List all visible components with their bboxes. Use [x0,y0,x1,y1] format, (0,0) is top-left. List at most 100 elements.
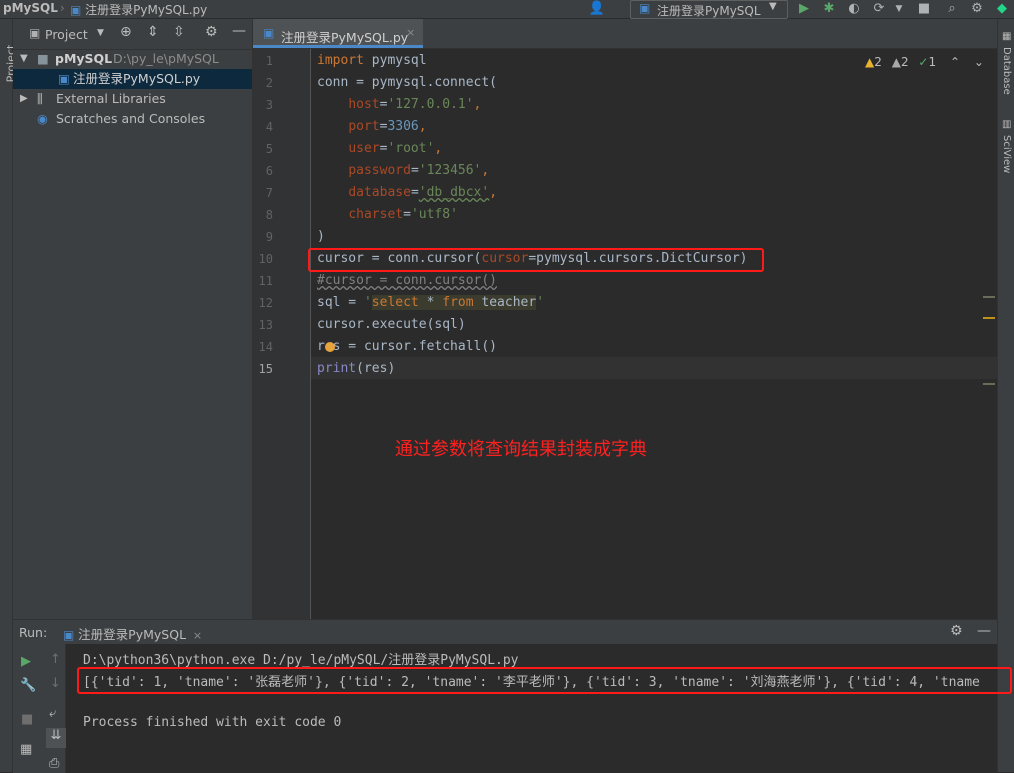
hide-panel-icon[interactable]: — [232,23,246,39]
panel-settings-gear-icon[interactable]: ⚙ [205,24,218,40]
breadcrumb-project[interactable]: pMySQL [3,1,58,15]
highlight-box-dictcursor [308,248,764,272]
line-number: 6 [265,164,273,178]
console-command-line: D:\python36\python.exe D:/py_le/pMySQL/注… [83,653,519,668]
code-line-6[interactable]: password='123456', [317,163,489,178]
editor-tab[interactable]: ▣ 注册登录PyMySQL.py × [253,19,423,48]
code-line-12[interactable]: sql = 'select * from teacher' [317,295,544,310]
python-config-icon: ▣ [639,1,651,15]
chevron-down-icon[interactable]: ▼ [97,28,104,38]
database-icon: ▦ [1002,31,1012,42]
highlight-box-output [77,667,1012,694]
collapse-all-icon[interactable]: ⇳ [173,24,185,40]
line-number: 11 [258,274,273,288]
run-icon[interactable]: ▶ [795,0,813,18]
python-file-icon: ▣ [58,71,70,86]
print-icon[interactable]: ⎙ [49,756,59,771]
run-panel-header: Run: ▣ 注册登录PyMySQL × ⚙ — [13,620,997,644]
run-label: Run: [19,625,48,640]
code-line-9[interactable]: ) [317,229,325,244]
stop-icon[interactable]: ■ [21,712,33,727]
warning-icon: ▲ [865,55,875,69]
tree-item-external-libraries[interactable]: ▶ ⫼ External Libraries [13,89,252,109]
scroll-marker [983,296,995,298]
chevron-down-icon: ▼ [769,1,777,12]
run-panel: Run: ▣ 注册登录PyMySQL × ⚙ — ▶ ↑ 🔧 ↓ ■ ⤶ ▦ ⇊… [13,619,1012,773]
editor-tab-bar: ▣ 注册登录PyMySQL.py × [253,19,997,49]
run-toolbar: ▶ ↑ 🔧 ↓ ■ ⤶ ▦ ⇊ ⎙ [13,644,66,773]
chevron-up-icon[interactable]: ⌃ [950,55,960,69]
wrench-icon[interactable]: 🔧 [20,678,36,693]
breadcrumb-separator: › [60,1,65,15]
line-number: 5 [265,142,273,156]
tree-item-scratches[interactable]: ◉ Scratches and Consoles [13,109,252,129]
run-configuration-select[interactable]: ▣ 注册登录PyMySQL ▼ [630,0,788,19]
scroll-down-icon[interactable]: ↓ [50,676,61,691]
search-icon[interactable]: ⌕ [943,0,961,18]
code-line-13[interactable]: cursor.execute(sql) [317,317,466,332]
run-settings-gear-icon[interactable]: ⚙ [950,623,963,639]
tree-item-project-root[interactable]: ▼ ■ pMySQL D:\py_le\pMySQL [13,49,252,69]
code-line-8[interactable]: charset='utf8' [317,207,458,222]
library-icon: ⫼ [37,91,43,106]
sciview-tool-tab[interactable]: SciView [1001,135,1012,173]
code-line-7[interactable]: database='db_dbcx', [317,185,497,200]
line-number: 12 [258,296,273,310]
run-tab[interactable]: ▣ 注册登录PyMySQL × [63,624,202,643]
inspection-widget[interactable]: ▲2 ▲2 ✓1 ⌃ ⌄ [865,55,984,69]
settings-gear-icon[interactable]: ⚙ [968,0,986,18]
code-line-14[interactable]: res = cursor.fetchall() [317,339,497,354]
line-number: 7 [265,186,273,200]
line-number: 3 [265,98,273,112]
stop-icon[interactable]: ■ [915,0,933,18]
annotation-text: 通过参数将查询结果封装成字典 [395,439,647,460]
rerun-icon[interactable]: ▶ [21,654,31,669]
navigation-bar: pMySQL › ▣ 注册登录PyMySQL.py 👤 ▣ 注册登录PyMySQ… [0,0,1014,19]
chevron-down-icon[interactable]: ⌄ [974,55,984,69]
code-line-5[interactable]: user='root', [317,141,442,156]
scroll-up-icon[interactable]: ↑ [50,652,61,667]
code-line-4[interactable]: port=3306, [317,119,426,134]
expand-all-icon[interactable]: ⇕ [147,24,159,40]
line-number: 4 [265,120,273,134]
project-view-select[interactable]: Project [45,27,88,42]
project-panel-header: ▣ Project ▼ ⊕ ⇕ ⇳ ⚙ — [13,19,252,50]
tree-item-python-file[interactable]: ▣ 注册登录PyMySQL.py [13,69,252,89]
debug-icon[interactable]: ✱ [820,0,838,18]
close-tab-icon[interactable]: × [193,629,202,642]
python-file-icon: ▣ [70,3,82,17]
layout-icon[interactable]: ▦ [20,742,32,757]
scroll-marker [983,317,995,319]
line-number: 1 [265,54,273,68]
scroll-to-end-icon[interactable]: ⇊ [46,728,66,748]
database-tool-tab[interactable]: Database [1001,47,1012,95]
code-editor: ▣ 注册登录PyMySQL.py × 1 2 3 4 5 6 7 8 9 10 … [253,19,997,619]
locate-file-icon[interactable]: ⊕ [120,24,132,40]
close-tab-icon[interactable]: × [406,26,415,39]
line-number: 15 [258,362,273,376]
code-line-3[interactable]: host='127.0.0.1', [317,97,481,112]
python-file-icon: ▣ [63,628,75,642]
weak-warning-icon: ▲ [891,55,901,69]
soft-wrap-icon[interactable]: ⤶ [49,706,56,721]
code-line-15[interactable]: print(res) [317,361,395,376]
profile-icon[interactable]: ⟳ [870,0,888,18]
more-run-options-icon[interactable]: ▼ [890,0,908,18]
breadcrumb-file[interactable]: ▣ 注册登录PyMySQL.py [70,1,207,18]
console-exit-line: Process finished with exit code 0 [83,715,342,730]
left-tool-stripe: Project [0,19,17,772]
code-line-1[interactable]: import pymysql [317,53,427,68]
line-number: 13 [258,318,273,332]
code-line-2[interactable]: conn = pymysql.connect( [317,75,497,90]
typo-check-icon: ✓ [918,55,929,69]
scratches-icon: ◉ [37,111,48,126]
user-icon[interactable]: 👤 [588,0,606,18]
intention-bulb-icon[interactable] [325,342,335,352]
scroll-marker [983,383,995,385]
hide-panel-icon[interactable]: — [977,623,991,639]
right-tool-stripe: ▦ Database ▥ SciView [997,19,1014,772]
coverage-icon[interactable]: ◐ [845,0,863,18]
line-number-gutter: 1 2 3 4 5 6 7 8 9 10 11 12 13 14 15 [253,49,311,619]
code-line-11[interactable]: #cursor = conn.cursor() [317,273,497,288]
chevron-right-icon: ▶ [20,93,28,104]
